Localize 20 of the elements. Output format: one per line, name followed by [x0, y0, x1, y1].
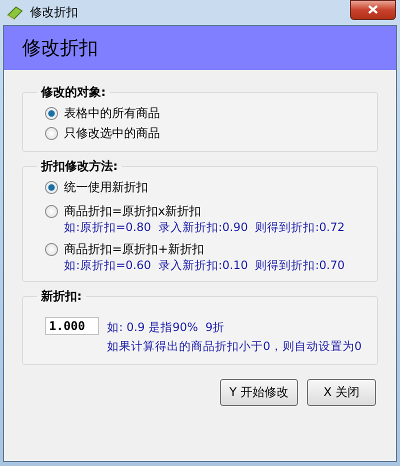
group-label: 新折扣:: [40, 288, 83, 305]
group-label: 折扣修改方法:: [40, 158, 119, 175]
example-text: 如:原折扣=0.60 录入新折扣:0.10 则得到折扣:0.70: [63, 258, 346, 273]
close-icon: [368, 5, 378, 14]
dialog-button[interactable]: X 关闭: [307, 379, 376, 406]
radio-option[interactable]: 统一使用新折扣: [45, 178, 148, 196]
hint-text: 如果计算得出的商品折扣小于0，则自动设置为0: [107, 339, 362, 354]
radio-option[interactable]: 表格中的所有商品: [45, 104, 160, 122]
radio-option[interactable]: 商品折扣=原折扣x新折扣: [45, 203, 202, 220]
book-icon: [6, 4, 24, 20]
example-text: 如:原折扣=0.80 录入新折扣:0.90 则得到折扣:0.72: [63, 220, 346, 235]
window-title: 修改折扣: [30, 4, 78, 21]
dialog-button[interactable]: Y 开始修改: [220, 379, 298, 406]
close-button[interactable]: [350, 0, 396, 20]
radio-option[interactable]: 商品折扣=原折扣+新折扣: [45, 241, 204, 258]
radio-option[interactable]: 只修改选中的商品: [45, 124, 160, 142]
hint-text: 如: 0.9 是指90% 9折: [107, 320, 226, 335]
group-label: 修改的对象:: [40, 84, 107, 101]
discount-field[interactable]: 1.000: [45, 317, 99, 335]
dialog-heading: 修改折扣: [22, 36, 98, 61]
